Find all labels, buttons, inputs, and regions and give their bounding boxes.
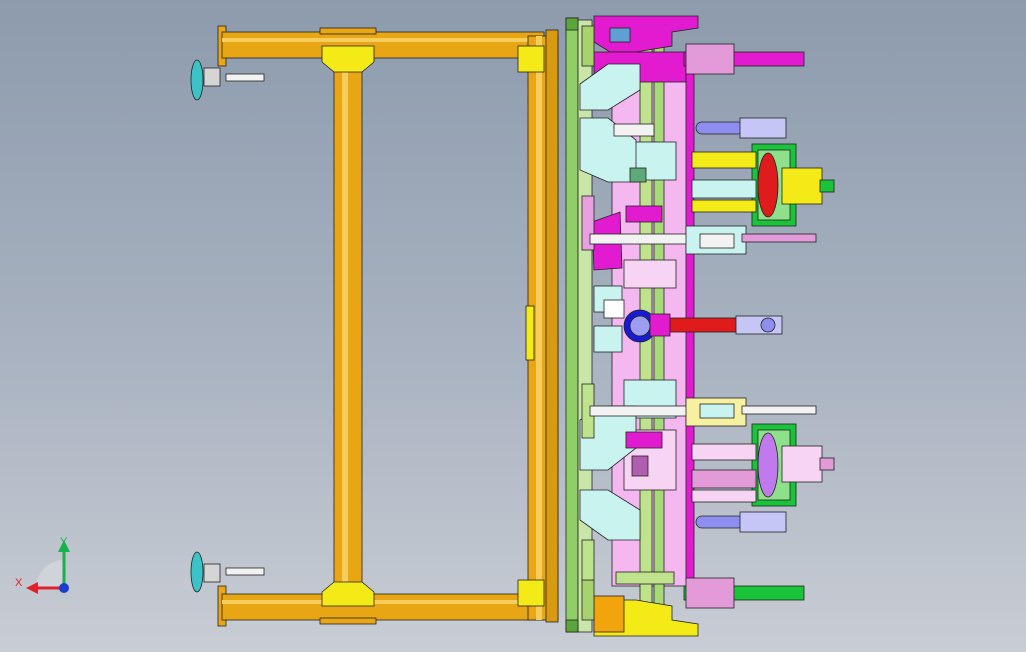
fixture-model — [190, 15, 835, 637]
toggle-clamp-upper — [685, 225, 817, 255]
x-axis-arrowhead — [26, 582, 38, 594]
upper-locator — [691, 143, 835, 227]
lower-pin-cylinder — [695, 511, 787, 533]
coordinate-triad: Y X — [15, 536, 70, 594]
triad-backplane — [36, 560, 64, 588]
lower-locator — [691, 423, 835, 507]
cad-viewport[interactable] — [0, 0, 1026, 652]
z-axis-origin — [59, 583, 69, 593]
y-axis-label: Y — [60, 536, 68, 548]
toggle-clamp-lower — [685, 397, 817, 427]
upper-pin-cylinder — [695, 117, 787, 139]
base-frame — [221, 29, 559, 623]
x-axis-label: X — [15, 577, 23, 589]
center-cylinder — [623, 309, 783, 343]
